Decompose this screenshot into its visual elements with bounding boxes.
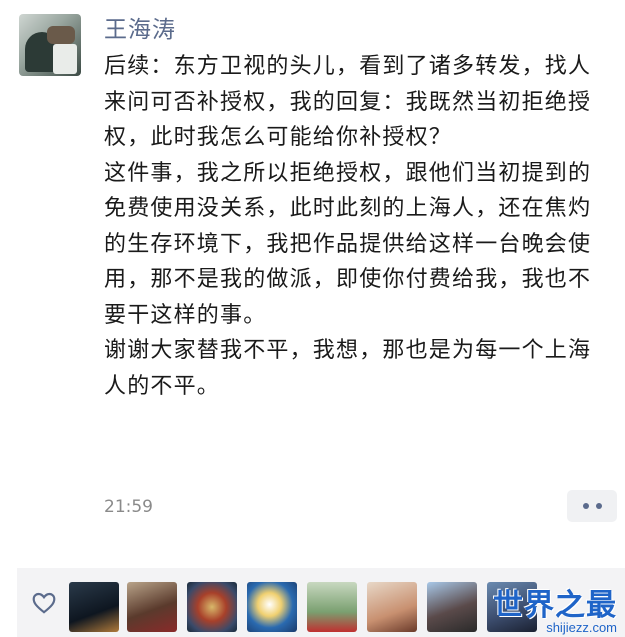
watermark-title: 世界之最 [493,588,617,623]
liker-avatar[interactable] [127,582,177,632]
post-paragraph-2: 这件事，我之所以拒绝授权，跟他们当初提到的免费使用没关系，此时此刻的上海人，还在… [104,160,592,328]
post-paragraph-3: 谢谢大家替我不平，我想，那也是为每一个上海人的不平。 [104,338,592,399]
post-paragraph-1: 后续：东方卫视的头儿，看到了诸多转发，找人来问可否补授权，我的回复：我既然当初拒… [104,54,592,150]
more-actions-button[interactable] [567,490,617,522]
more-dots-icon [595,503,602,509]
more-dots-icon [582,503,589,509]
site-watermark: 世界之最 shijiezz.com [493,580,617,635]
liker-avatar[interactable] [367,582,417,632]
liker-avatar[interactable] [247,582,297,632]
author-avatar[interactable] [19,14,81,76]
liker-avatar[interactable] [187,582,237,632]
liker-avatar[interactable] [69,582,119,632]
heart-outline-icon [32,592,56,614]
liker-avatar[interactable] [427,582,477,632]
post-time: 21:59 [104,497,153,517]
author-name[interactable]: 王海涛 [104,10,176,44]
liker-avatar[interactable] [307,582,357,632]
post-content: 后续：东方卫视的头儿，看到了诸多转发，找人来问可否补授权，我的回复：我既然当初拒… [104,49,604,404]
